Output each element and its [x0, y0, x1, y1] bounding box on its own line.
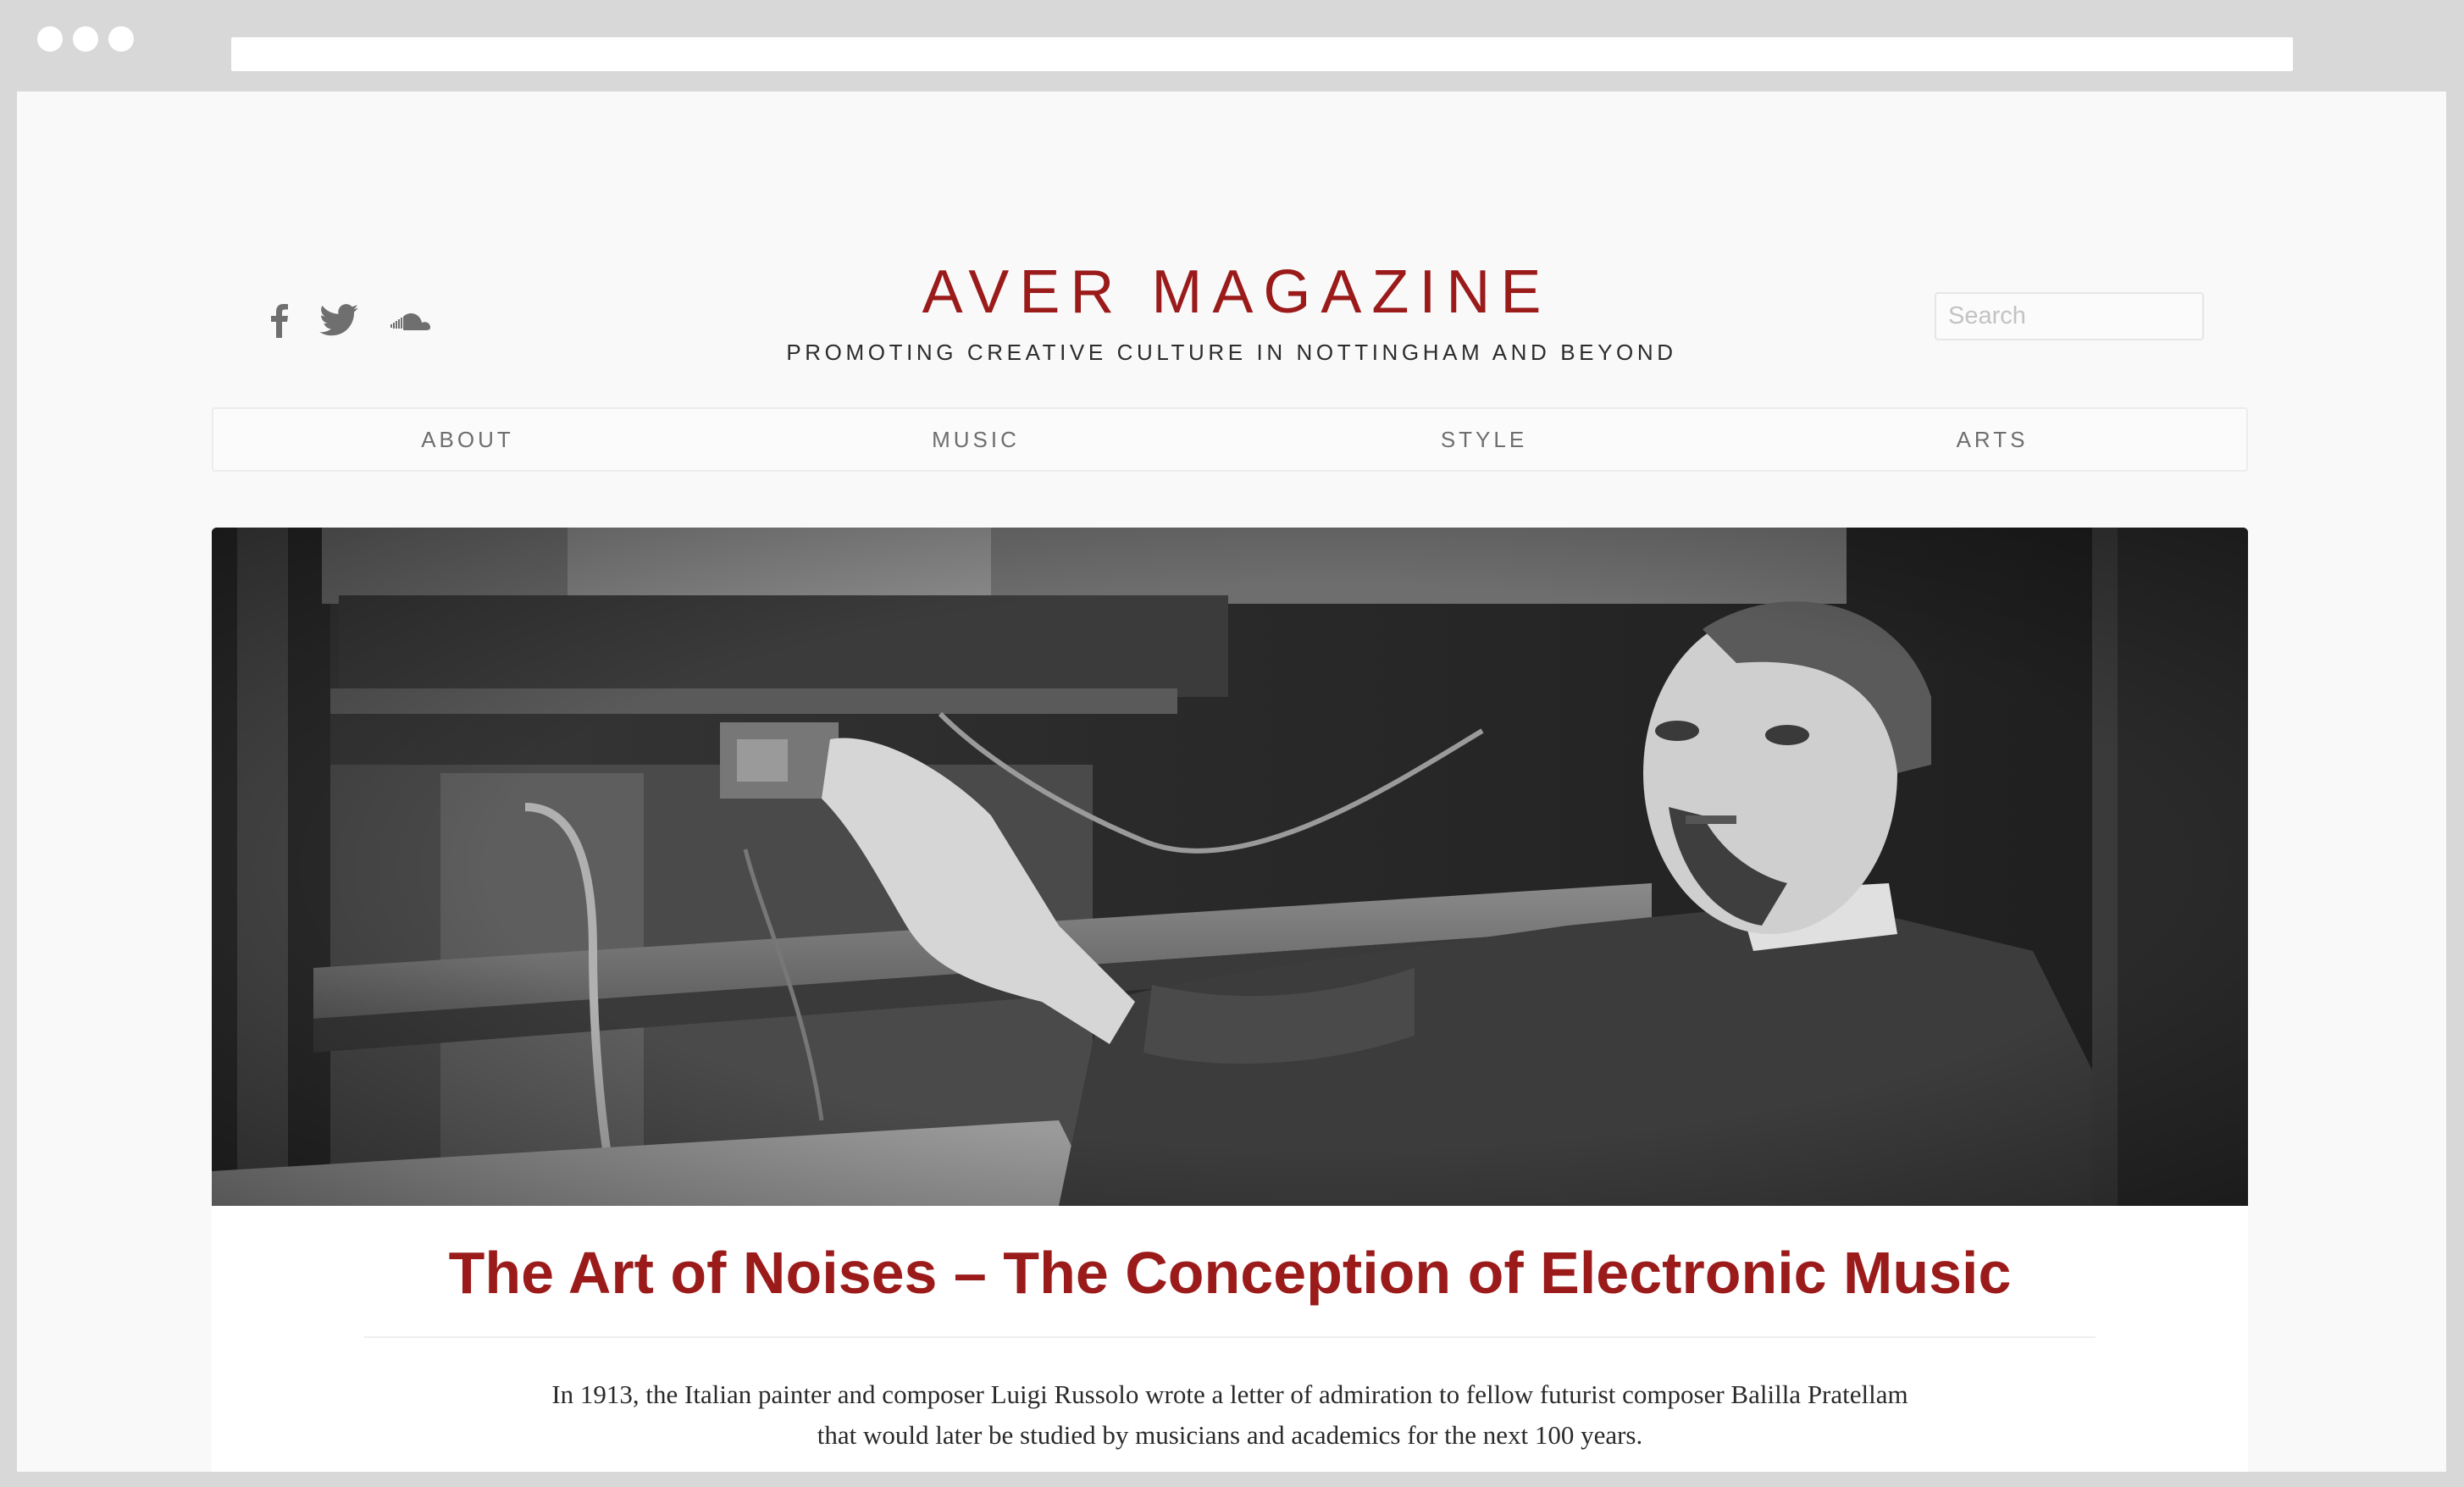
- search-input[interactable]: [1935, 292, 2204, 340]
- nav-item-arts[interactable]: ARTS: [1738, 409, 2246, 470]
- nav-item-style[interactable]: STYLE: [1230, 409, 1738, 470]
- window-minimize-dot[interactable]: [73, 26, 98, 52]
- browser-chrome: [0, 0, 2464, 91]
- featured-article: The Art of Noises – The Conception of El…: [212, 528, 2248, 1472]
- nav-item-music[interactable]: MUSIC: [722, 409, 1230, 470]
- article-intro: In 1913, the Italian painter and compose…: [551, 1379, 1908, 1450]
- address-bar[interactable]: [231, 37, 2293, 71]
- main-nav: ABOUT MUSIC STYLE ARTS: [212, 407, 2248, 472]
- page-viewport: AVER MAGAZINE PROMOTING CREATIVE CULTURE…: [17, 91, 2446, 1472]
- title-divider: [364, 1336, 2096, 1338]
- hero-image[interactable]: [212, 528, 2248, 1206]
- window-close-dot[interactable]: [37, 26, 63, 52]
- window-maximize-dot[interactable]: [108, 26, 134, 52]
- nav-item-about[interactable]: ABOUT: [213, 409, 722, 470]
- site-tagline: PROMOTING CREATIVE CULTURE IN NOTTINGHAM…: [786, 340, 1677, 365]
- article-title[interactable]: The Art of Noises – The Conception of El…: [212, 1237, 2248, 1308]
